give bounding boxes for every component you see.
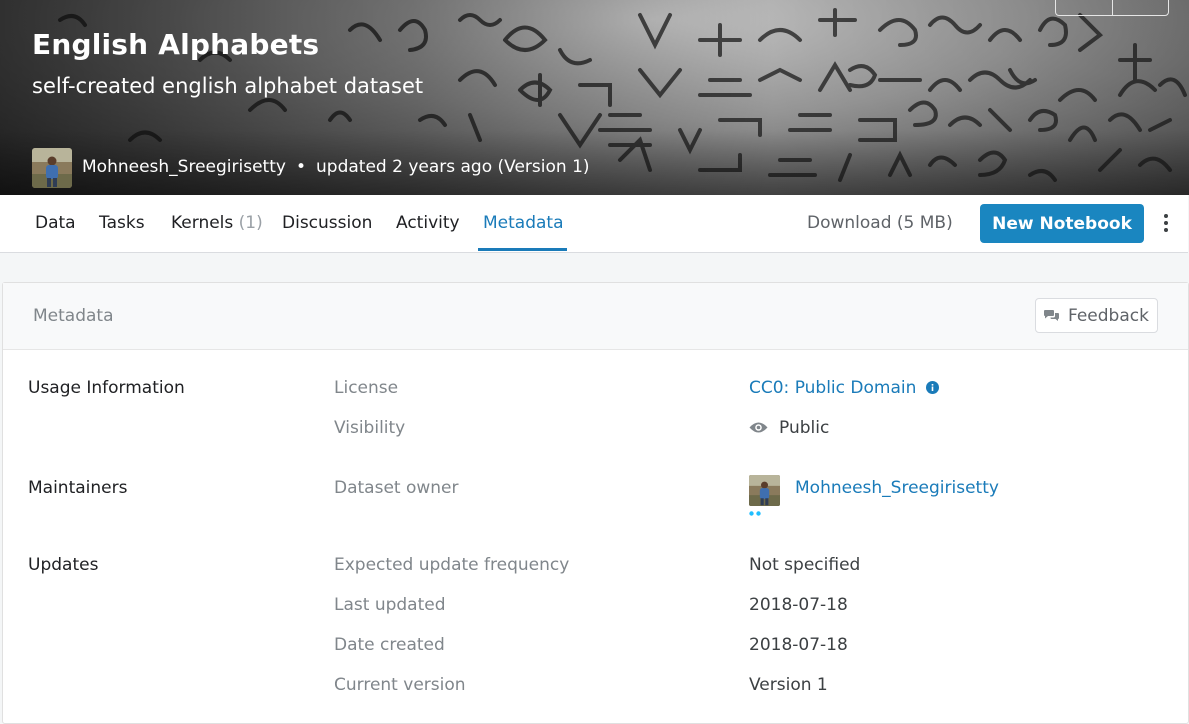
banner-image-controls[interactable] — [1055, 0, 1169, 16]
tab-activity[interactable]: Activity — [396, 213, 460, 233]
usage-section-title: Usage Information — [28, 378, 185, 398]
tab-metadata-label: Metadata — [483, 213, 564, 233]
last-updated-value: 2018-07-18 — [749, 595, 848, 615]
tab-tasks[interactable]: Tasks — [99, 213, 145, 233]
updates-section-title: Updates — [28, 555, 99, 575]
more-vert-icon[interactable] — [1155, 208, 1177, 238]
tier-badge-icon — [749, 511, 761, 516]
tab-metadata[interactable]: Metadata — [483, 213, 564, 233]
visibility-value: Public — [779, 418, 830, 438]
feedback-button[interactable]: Feedback — [1035, 298, 1158, 333]
tab-discussion-label: Discussion — [282, 213, 373, 233]
dataset-tab-bar: Data Tasks Kernels (1) Discussion Activi… — [0, 195, 1188, 253]
owner-name-link[interactable]: Mohneesh_Sreegirisetty — [82, 157, 286, 177]
feedback-label: Feedback — [1068, 306, 1149, 326]
dataset-title: English Alphabets — [32, 28, 320, 61]
updated-info: updated 2 years ago (Version 1) — [316, 157, 590, 177]
info-icon[interactable] — [925, 381, 939, 394]
current-version-value: Version 1 — [749, 675, 828, 695]
date-created-value: 2018-07-18 — [749, 635, 848, 655]
download-link[interactable]: Download (5 MB) — [807, 213, 953, 233]
current-version-label: Current version — [334, 675, 466, 695]
eye-icon — [749, 422, 768, 433]
metadata-panel-header: Metadata Feedback — [3, 283, 1188, 350]
tab-kernels[interactable]: Kernels (1) — [171, 213, 263, 233]
tab-data-label: Data — [35, 213, 76, 233]
update-frequency-value: Not specified — [749, 555, 861, 575]
maintainers-section-title: Maintainers — [28, 478, 128, 498]
chat-icon — [1044, 310, 1059, 321]
dataset-subtitle: self-created english alphabet dataset — [32, 74, 424, 98]
new-notebook-button[interactable]: New Notebook — [980, 204, 1144, 243]
update-frequency-label: Expected update frequency — [334, 555, 570, 575]
date-created-label: Date created — [334, 635, 445, 655]
metadata-panel: Metadata Feedback Usage Information Lice… — [2, 282, 1189, 724]
tab-discussion[interactable]: Discussion — [282, 213, 372, 233]
maintainer-avatar[interactable] — [749, 475, 780, 506]
last-updated-label: Last updated — [334, 595, 446, 615]
tab-tasks-label: Tasks — [99, 213, 145, 233]
license-value: CC0: Public Domain — [749, 378, 917, 398]
visibility-label: Visibility — [334, 418, 406, 438]
owner-avatar[interactable] — [32, 148, 72, 188]
dataset-header-banner: English Alphabets self-created english a… — [0, 0, 1189, 195]
tab-data[interactable]: Data — [35, 213, 76, 233]
owner-profile-link[interactable]: Mohneesh_Sreegirisetty — [795, 478, 999, 498]
tab-activity-label: Activity — [396, 213, 460, 233]
kernels-count: (1) — [238, 213, 263, 233]
panel-title: Metadata — [33, 306, 114, 326]
license-label: License — [334, 378, 399, 398]
dataset-owner-label: Dataset owner — [334, 478, 459, 498]
meta-separator: • — [296, 157, 307, 177]
active-tab-indicator — [478, 248, 567, 251]
tab-kernels-label: Kernels — [171, 213, 234, 233]
license-link[interactable]: CC0: Public Domain — [749, 378, 939, 398]
